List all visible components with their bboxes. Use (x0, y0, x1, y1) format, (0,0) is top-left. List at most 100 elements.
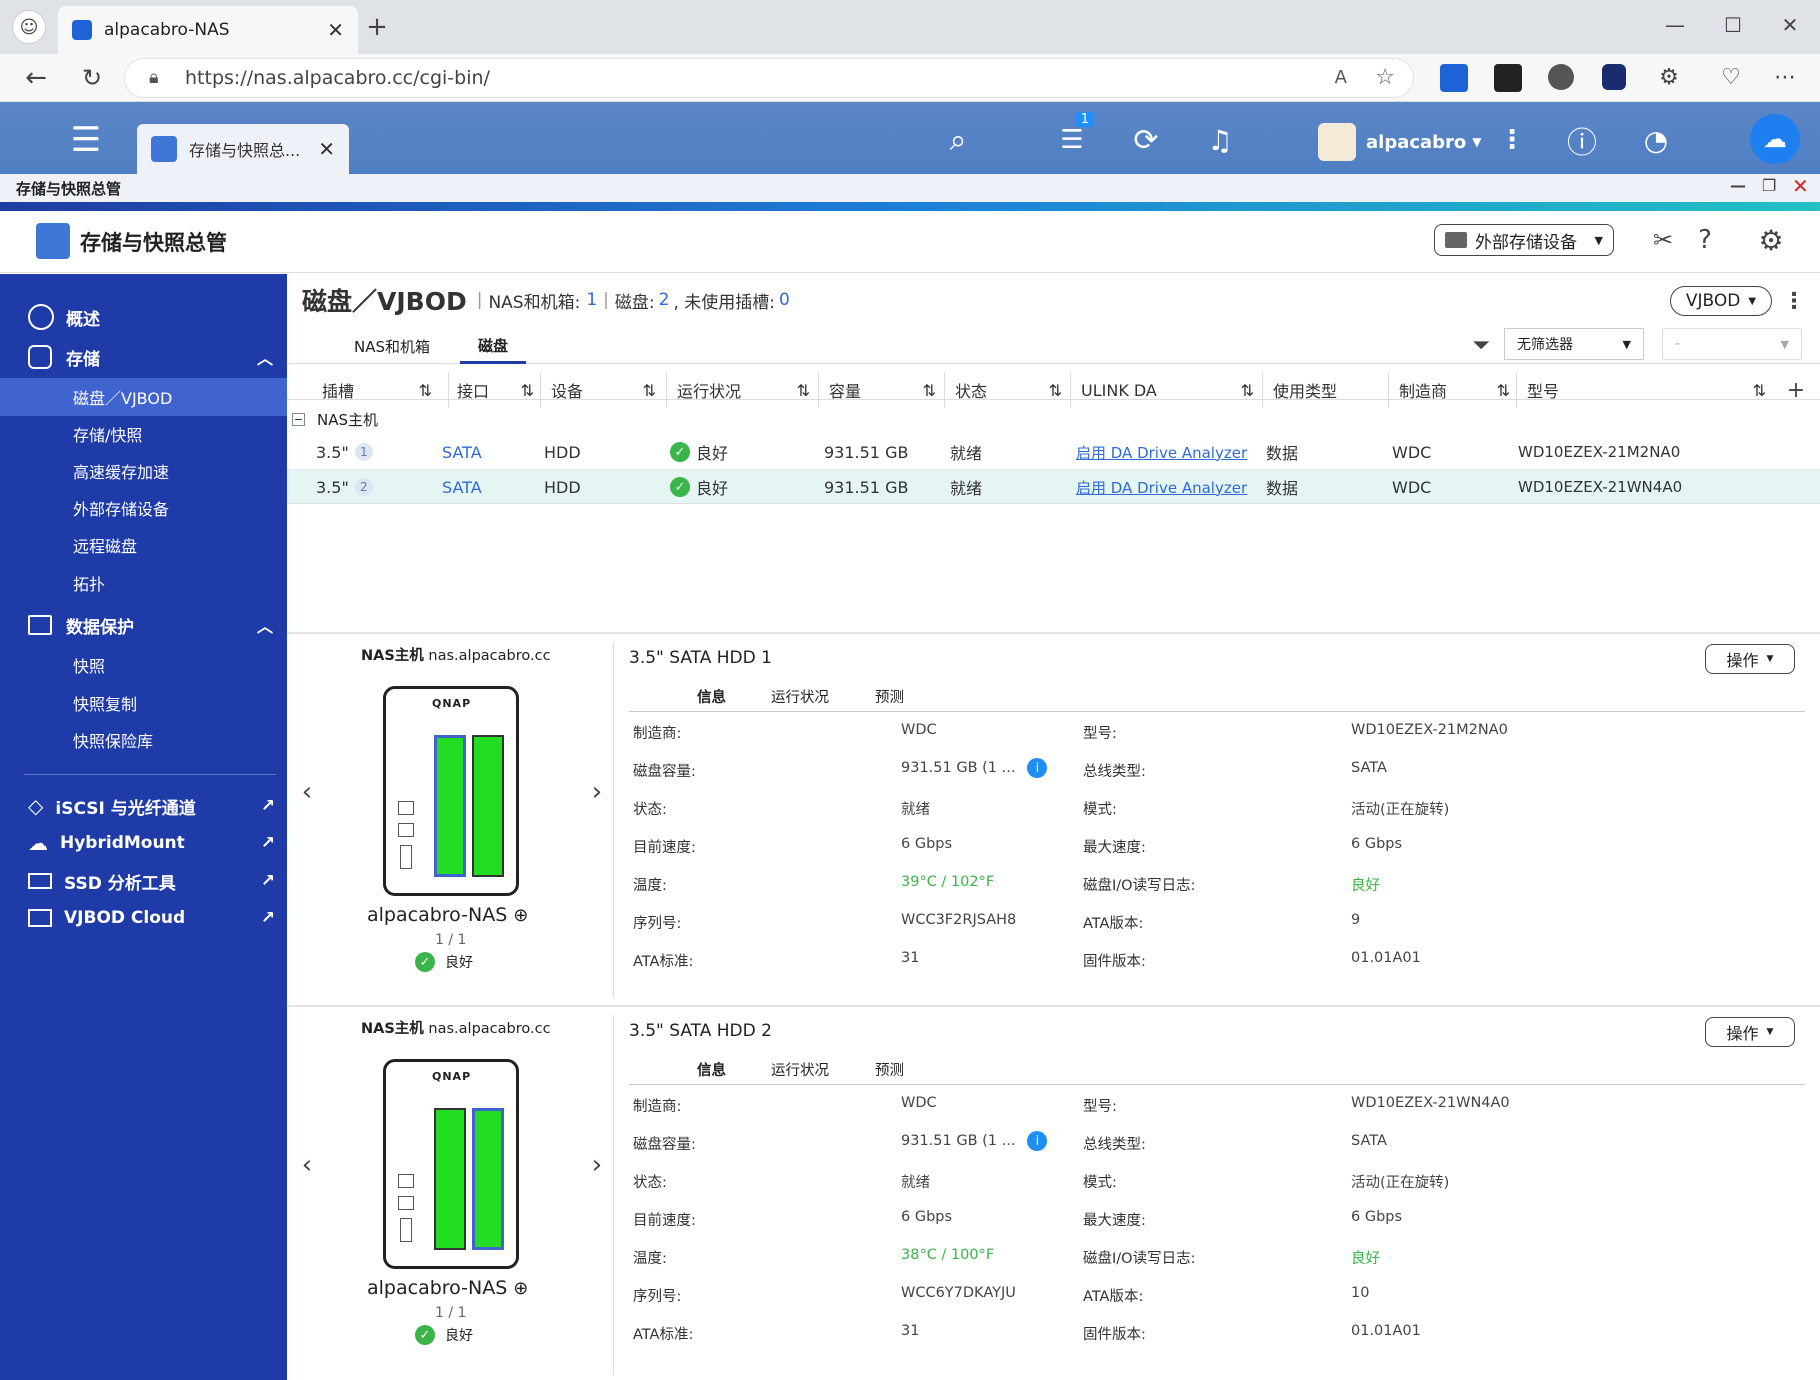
sidebar-item-overview[interactable]: 概述 (0, 298, 287, 336)
background-tasks-icon[interactable]: ☰ 1 (1050, 112, 1094, 162)
column-header-state[interactable]: 状态 ⇅ (944, 372, 1062, 408)
nas-enclosure-image[interactable]: QNAP (383, 1059, 519, 1269)
group-row[interactable]: − NAS主机 (292, 404, 378, 434)
column-header-ulink[interactable]: ULINK DA ⇅ (1070, 372, 1254, 408)
profile-avatar-icon[interactable]: ☺ (12, 10, 46, 44)
window-restore-icon[interactable]: ❐ (1762, 176, 1776, 195)
notification-bell-icon[interactable]: ♫ (1198, 118, 1242, 162)
sidebar-item-data-protection[interactable]: 数据保护 ︿ (0, 606, 287, 644)
tab-prediction[interactable]: 预测 (875, 1059, 904, 1080)
cloud-icon[interactable]: ☁ (1750, 114, 1800, 164)
help-icon[interactable]: ? (1690, 225, 1720, 255)
drive-bay-1[interactable] (434, 1108, 466, 1250)
prev-device-icon[interactable]: ‹ (295, 774, 319, 810)
action-button[interactable]: 操作 ▼ (1705, 1017, 1795, 1047)
window-close-icon[interactable]: ✕ (1792, 174, 1809, 198)
zoom-in-icon[interactable]: ⊕ (513, 1278, 528, 1299)
app-tab-storage[interactable]: 存储与快照总... ✕ (137, 124, 349, 174)
tab-health[interactable]: 运行状况 (771, 686, 829, 707)
window-minimize-icon[interactable]: — (1730, 176, 1746, 195)
column-header-capacity[interactable]: 容量 ⇅ (818, 372, 936, 408)
column-header-interface[interactable]: 接口 ⇅ (448, 372, 534, 408)
reload-icon[interactable]: ↻ (76, 62, 108, 94)
close-app-tab-icon[interactable]: ✕ (318, 137, 335, 161)
prev-device-icon[interactable]: ‹ (295, 1147, 319, 1183)
more-options-icon[interactable]: ⋮ (1490, 118, 1534, 162)
new-tab-icon[interactable]: + (362, 12, 392, 42)
enable-da-link[interactable]: 启用 DA Drive Analyzer (1076, 470, 1247, 504)
next-device-icon[interactable]: › (585, 1147, 609, 1183)
user-menu[interactable]: alpacabro ▼ (1318, 122, 1482, 162)
extension-3-icon[interactable] (1548, 64, 1574, 90)
resource-monitor-icon[interactable]: ◔ (1634, 118, 1678, 162)
collapse-chevron-icon[interactable]: ︿ (257, 613, 273, 637)
url-field[interactable]: 🔒︎ https://nas.alpacabro.cc/cgi-bin/ A ☆ (124, 58, 1414, 98)
sidebar-link-iscsi[interactable]: ◇ iSCSI 与光纤通道 ↗ (0, 787, 287, 825)
column-header-maker[interactable]: 制造商 ⇅ (1388, 372, 1510, 408)
tools-icon[interactable]: ✂ (1648, 225, 1678, 255)
browser-tab[interactable]: alpacabro-NAS ✕ (58, 6, 358, 54)
sidebar-link-hybridmount[interactable]: ☁ HybridMount ↗ (0, 824, 287, 862)
sidebar-link-vjbod-cloud[interactable]: VJBOD Cloud ↗ (0, 899, 287, 937)
performance-icon[interactable]: ♡ (1716, 62, 1746, 92)
extensions-puzzle-icon[interactable]: ⚙ (1654, 62, 1684, 92)
tab-info[interactable]: 信息 (697, 1059, 726, 1080)
tab-prediction[interactable]: 预测 (875, 686, 904, 707)
tab-disks[interactable]: 磁盘 (460, 330, 526, 364)
column-header-health[interactable]: 运行状况 ⇅ (666, 372, 810, 408)
collapse-group-icon[interactable]: − (292, 412, 305, 426)
add-column-icon[interactable]: + (1784, 372, 1808, 408)
sidebar-item-storage-snapshots[interactable]: 存储/快照 (0, 415, 287, 453)
drive-bay-2[interactable] (472, 735, 504, 877)
sidebar-item-external[interactable]: 外部存储设备 (0, 489, 287, 527)
sidebar-item-snapshot-replica[interactable]: 快照复制 (0, 684, 287, 722)
sidebar-item-remote[interactable]: 远程磁盘 (0, 526, 287, 564)
back-icon[interactable]: ← (20, 62, 52, 94)
search-icon[interactable]: ⌕ (936, 118, 980, 162)
sidebar-link-ssd-tool[interactable]: SSD 分析工具 ↗ (0, 862, 287, 900)
sidebar-item-disks[interactable]: 磁盘／VJBOD (0, 378, 287, 416)
collapse-chevron-icon[interactable]: ︿ (257, 345, 273, 369)
vjbod-button[interactable]: VJBOD ▼ (1670, 286, 1772, 316)
minimize-window-icon[interactable]: — (1660, 10, 1690, 40)
sidebar-item-snapshot-vault[interactable]: 快照保险库 (0, 721, 287, 759)
extension-4-icon[interactable] (1602, 64, 1626, 90)
maximize-window-icon[interactable]: ☐ (1718, 10, 1748, 40)
column-header-model[interactable]: 型号 ⇅ (1516, 372, 1766, 408)
sync-icon[interactable]: ⟳ (1124, 118, 1168, 162)
tab-nas-enclosure[interactable]: NAS和机箱 (340, 330, 444, 362)
nas-enclosure-image[interactable]: QNAP (383, 686, 519, 896)
filter-icon[interactable]: ⏷ (1466, 330, 1496, 360)
main-menu-icon[interactable]: ☰ (64, 118, 108, 162)
filter-select[interactable]: 无筛选器 ▼ (1504, 328, 1644, 360)
column-header-usage[interactable]: 使用类型 (1262, 372, 1384, 408)
next-device-icon[interactable]: › (585, 774, 609, 810)
info-circle-icon[interactable]: i (1027, 1131, 1048, 1151)
extension-2-icon[interactable] (1494, 64, 1522, 92)
info-circle-icon[interactable]: i (1027, 758, 1048, 778)
tab-info[interactable]: 信息 (697, 686, 726, 707)
sidebar-item-storage[interactable]: 存储 ︿ (0, 338, 287, 376)
column-header-slot[interactable]: 插槽 ⇅ (322, 372, 432, 408)
read-aloud-icon[interactable]: A (1335, 67, 1347, 88)
sidebar-item-snapshot[interactable]: 快照 (0, 646, 287, 684)
sidebar-item-cache[interactable]: 高速缓存加速 (0, 452, 287, 490)
close-tab-icon[interactable]: ✕ (327, 18, 344, 42)
external-storage-button[interactable]: 外部存储设备 ▼ (1434, 224, 1614, 256)
enable-da-link[interactable]: 启用 DA Drive Analyzer (1076, 435, 1247, 469)
info-icon[interactable]: ⓘ (1560, 118, 1604, 162)
settings-gear-icon[interactable]: ⚙ (1756, 224, 1786, 257)
close-window-icon[interactable]: ✕ (1775, 10, 1805, 40)
sidebar-item-topology[interactable]: 拓扑 (0, 564, 287, 602)
kebab-menu-icon[interactable]: ⋮ (1783, 286, 1805, 316)
column-header-device[interactable]: 设备 ⇅ (540, 372, 656, 408)
tab-health[interactable]: 运行状况 (771, 1059, 829, 1080)
filter-value-select[interactable]: - ▼ (1662, 328, 1802, 360)
zoom-in-icon[interactable]: ⊕ (513, 905, 528, 926)
action-button[interactable]: 操作 ▼ (1705, 644, 1795, 674)
extension-1-icon[interactable] (1440, 64, 1468, 92)
drive-bay-1[interactable] (434, 735, 466, 877)
browser-menu-icon[interactable]: ⋯ (1770, 62, 1800, 92)
drive-bay-2[interactable] (472, 1108, 504, 1250)
favorite-star-icon[interactable]: ☆ (1375, 65, 1395, 90)
